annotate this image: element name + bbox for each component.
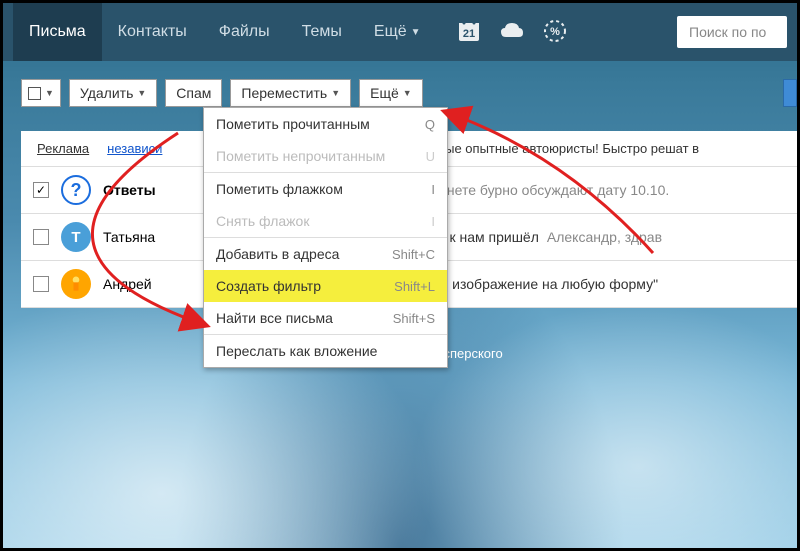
app-frame: Письма Контакты Файлы Темы Ещё ▼ 21 % По… (0, 0, 800, 551)
dd-find-all[interactable]: Найти все письмаShift+S (204, 302, 447, 334)
chevron-down-icon: ▼ (411, 27, 421, 38)
nav-tab-contacts[interactable]: Контакты (102, 3, 203, 61)
dd-add-address[interactable]: Добавить в адресаShift+C (204, 238, 447, 270)
more-dropdown: Пометить прочитаннымQ Пометить непрочита… (203, 107, 448, 368)
nav-tab-files[interactable]: Файлы (203, 3, 286, 61)
dd-flag[interactable]: Пометить флажкомI (204, 173, 447, 205)
dd-unflag: Снять флажокI (204, 205, 447, 237)
ad-link[interactable]: независи (107, 141, 162, 156)
svg-text:%: % (550, 26, 560, 38)
calendar-icon[interactable]: 21 (457, 19, 481, 46)
ad-label: Реклама (37, 141, 89, 156)
svg-text:21: 21 (462, 28, 474, 40)
sender-name: Ответы (103, 182, 188, 198)
search-input[interactable]: Поиск по по (677, 16, 787, 48)
sender-name: Татьяна (103, 229, 188, 245)
row-checkbox[interactable] (33, 229, 49, 245)
percent-icon[interactable]: % (543, 19, 567, 46)
chevron-down-icon: ▼ (403, 88, 412, 98)
chevron-down-icon: ▼ (331, 88, 340, 98)
nav-tab-more[interactable]: Ещё ▼ (358, 3, 437, 61)
chevron-down-icon: ▼ (137, 88, 146, 98)
dd-forward-attachment[interactable]: Переслать как вложение (204, 335, 447, 367)
main-nav: Письма Контакты Файлы Темы Ещё ▼ 21 % По… (3, 3, 797, 61)
sender-name: Андрей (103, 276, 188, 292)
chevron-down-icon: ▼ (45, 88, 54, 98)
move-button[interactable]: Переместить▼ (230, 79, 351, 107)
cloud-icon[interactable] (499, 21, 525, 44)
dd-mark-unread: Пометить непрочитаннымU (204, 140, 447, 172)
spam-button[interactable]: Спам (165, 79, 222, 107)
dd-create-filter[interactable]: Создать фильтрShift+L (204, 270, 447, 302)
nav-tab-mail[interactable]: Письма (13, 3, 102, 61)
row-checkbox[interactable] (33, 276, 49, 292)
avatar-question-icon: ? (61, 175, 91, 205)
delete-button[interactable]: Удалить▼ (69, 79, 157, 107)
toolbar: ▼ Удалить▼ Спам Переместить▼ Ещё▼ (21, 79, 779, 107)
nav-icons: 21 % (457, 19, 567, 46)
select-all-button[interactable]: ▼ (21, 79, 61, 107)
more-button[interactable]: Ещё▼ (359, 79, 423, 107)
nav-tab-themes[interactable]: Темы (286, 3, 358, 61)
avatar-letter-icon: Т (61, 222, 91, 252)
ad-text: платные опытные автоюристы! Быстро решат… (410, 141, 699, 156)
avatar-person-icon (61, 269, 91, 299)
right-action-button[interactable] (783, 79, 797, 107)
row-checkbox[interactable] (33, 182, 49, 198)
checkbox-empty-icon (28, 87, 41, 100)
dd-mark-read[interactable]: Пометить прочитаннымQ (204, 108, 447, 140)
